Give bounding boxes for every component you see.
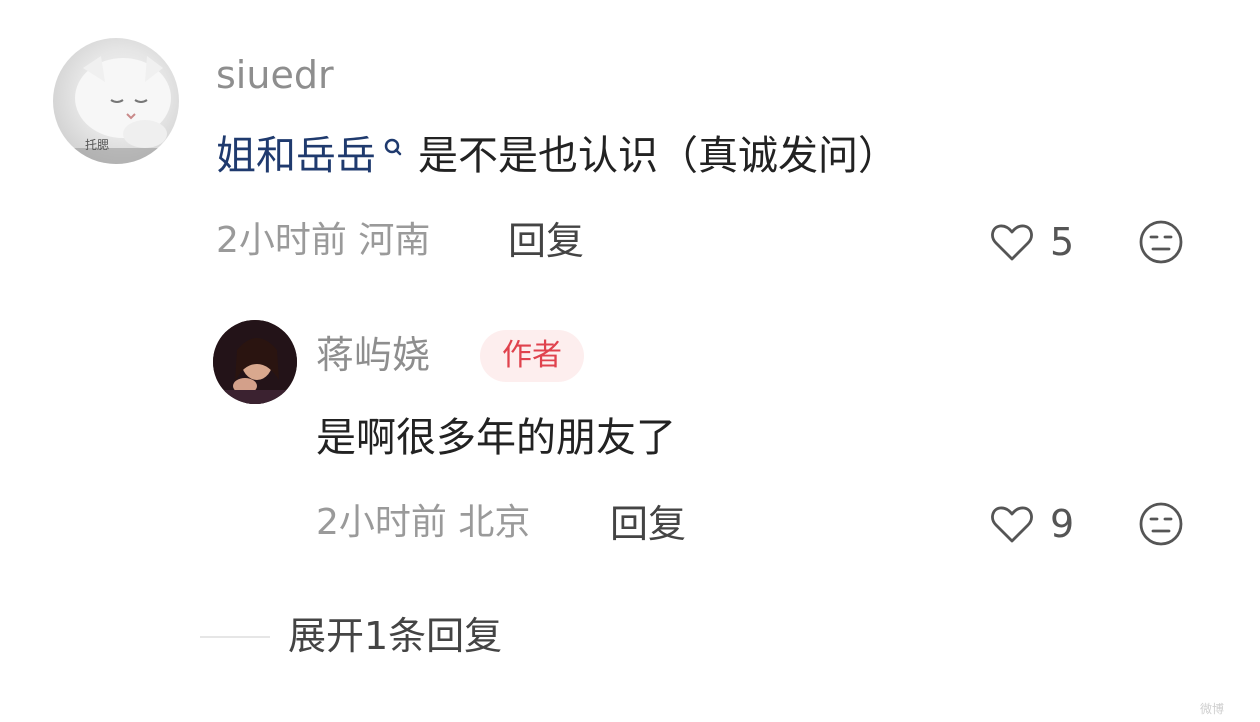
comment-like-button[interactable]: 5 — [988, 218, 1074, 266]
reply-like-button[interactable]: 9 — [988, 500, 1074, 548]
comment-body: 是不是也认识（真诚发问） — [418, 133, 898, 179]
comment-location: 河南 — [358, 220, 431, 261]
reply-dislike-button[interactable] — [1137, 500, 1185, 552]
reply-time: 2小时前 — [316, 502, 447, 543]
reply-avatar[interactable] — [213, 320, 297, 404]
comment-username[interactable]: siuedr — [216, 56, 334, 94]
cat-avatar-image — [53, 56, 179, 164]
reply-like-count: 9 — [1050, 502, 1075, 546]
comment-like-count: 5 — [1050, 220, 1075, 264]
reply-meta: 2小时前 北京 — [316, 505, 530, 541]
watermark: 微博 — [1200, 702, 1225, 716]
comment-reply-button[interactable]: 回复 — [508, 222, 584, 260]
meh-face-icon — [1139, 220, 1183, 264]
expand-replies-button[interactable]: 展开1条回复 — [288, 617, 502, 655]
search-icon — [384, 138, 402, 156]
heart-outline-icon — [991, 506, 1033, 543]
avatar-caption: 托腮 — [85, 138, 110, 152]
reply-reply-button[interactable]: 回复 — [610, 505, 686, 543]
comment-meta: 2小时前 河南 — [216, 223, 430, 259]
meh-face-icon — [1139, 502, 1183, 546]
woman-avatar-image — [213, 320, 297, 404]
comment-text: 姐和岳岳 是不是也认识（真诚发问） — [216, 136, 898, 176]
expand-divider — [200, 636, 270, 638]
comment-dislike-button[interactable] — [1137, 218, 1185, 270]
reply-location: 北京 — [458, 502, 531, 543]
comment-time: 2小时前 — [216, 220, 347, 261]
reply-text: 是啊很多年的朋友了 — [316, 415, 676, 461]
heart-outline-icon — [991, 224, 1033, 261]
reply-username[interactable]: 蒋屿娆 — [316, 336, 430, 374]
user-avatar[interactable]: 托腮 — [53, 38, 179, 164]
author-badge: 作者 — [480, 330, 584, 382]
mention-link[interactable]: 姐和岳岳 — [216, 133, 376, 179]
